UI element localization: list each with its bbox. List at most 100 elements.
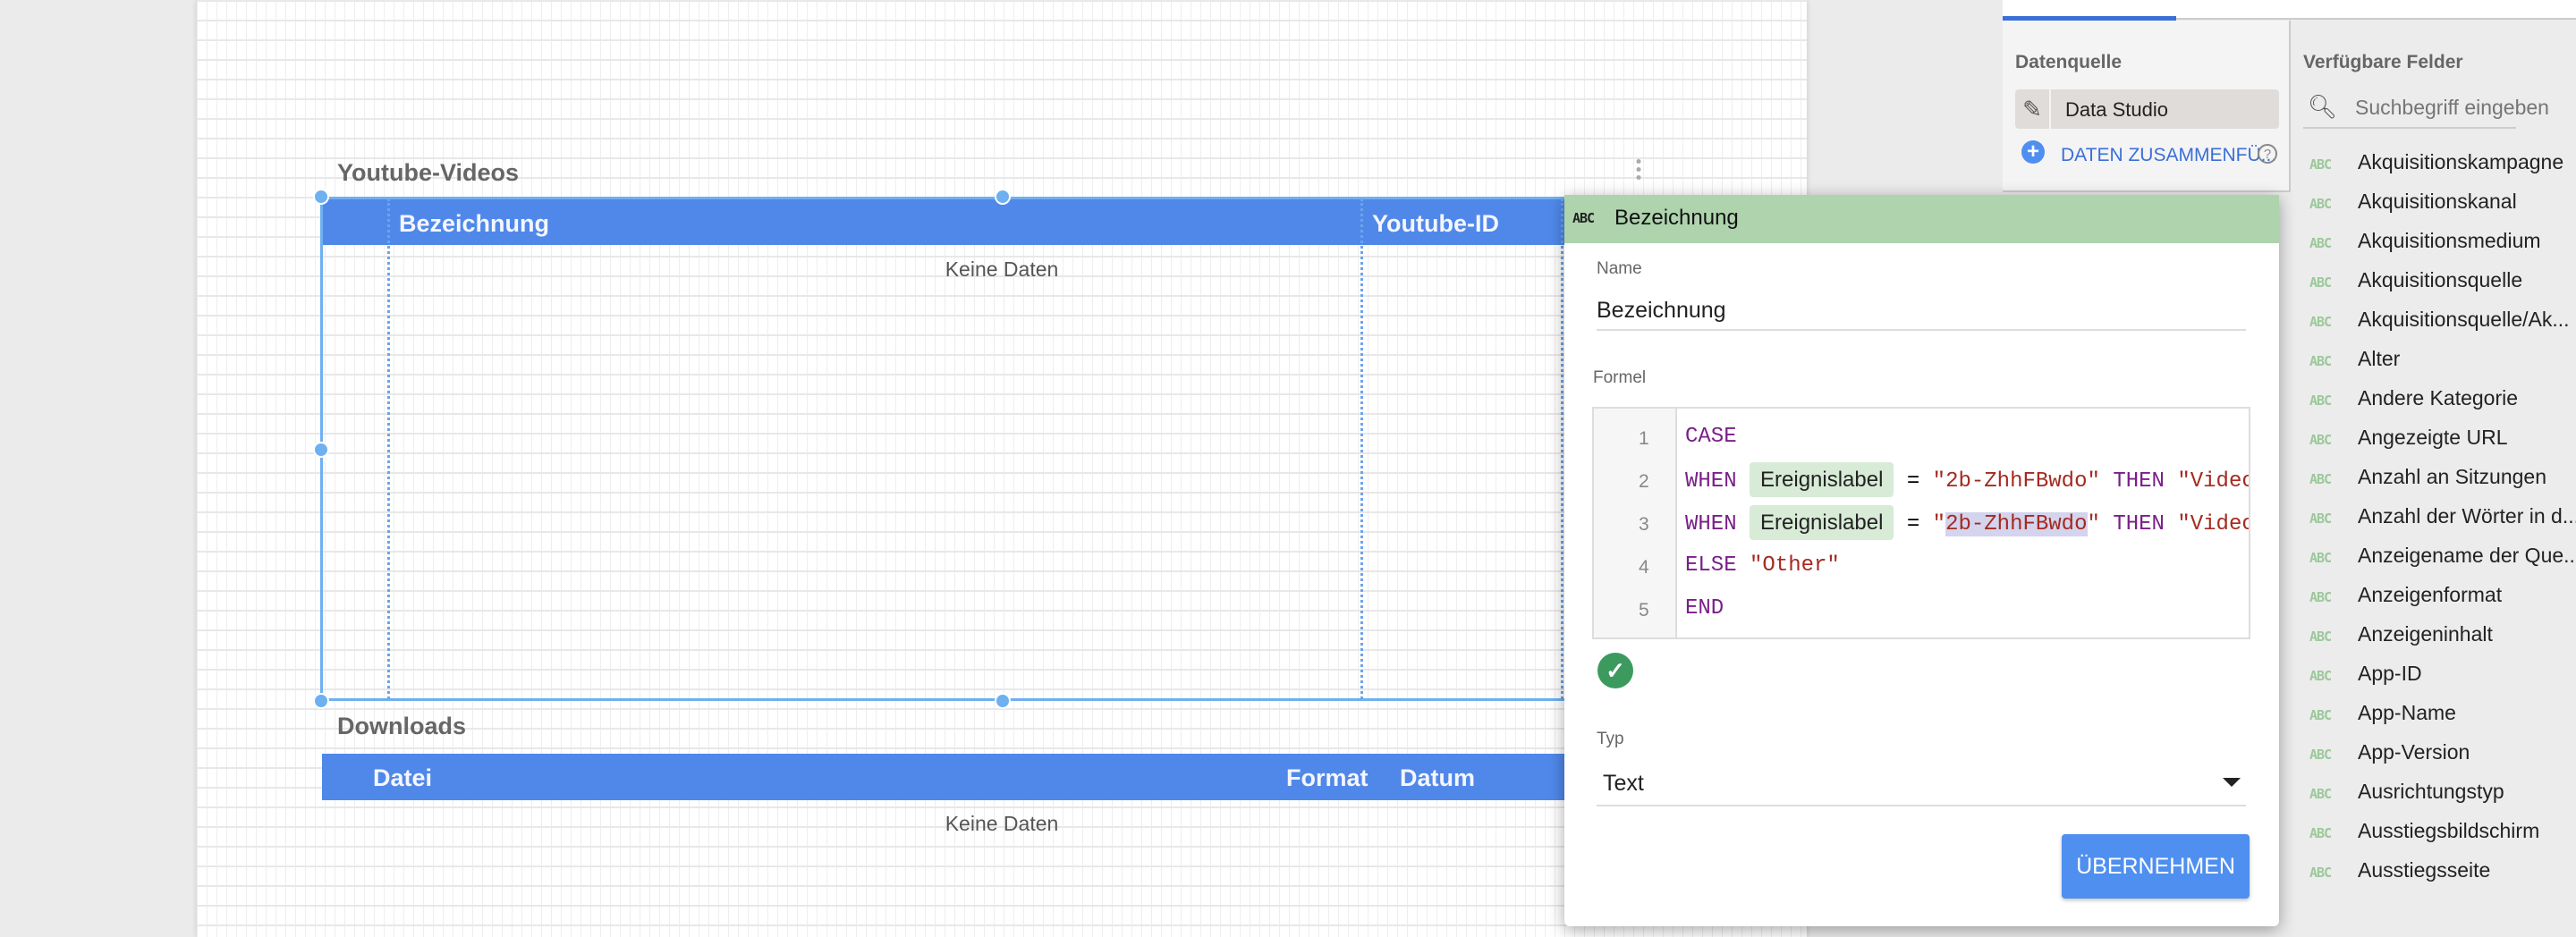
edit-pencil-icon[interactable]: ✎ [2015, 89, 2051, 129]
keyword: THEN [2113, 469, 2165, 494]
datasource-label: Datenquelle [2015, 52, 2123, 72]
text-type-icon: ABC [1572, 210, 1595, 226]
field-item[interactable]: ABC App-Version [2309, 740, 2470, 764]
field-item[interactable]: ABC Alter [2309, 347, 2400, 371]
code-line: ELSE "Other" [1685, 546, 2249, 586]
field-name: Anzeigeninhalt [2358, 622, 2493, 646]
text-type-icon: ABC [2309, 825, 2332, 841]
field-item[interactable]: ABC Akquisitionskampagne [2309, 150, 2563, 174]
text-type-icon: ABC [2309, 393, 2332, 409]
datasource-name: Data Studio [2065, 98, 2168, 121]
dropdown-arrow-icon [2223, 778, 2241, 787]
field-item[interactable]: ABC App-ID [2309, 662, 2422, 686]
keyword: CASE [1685, 425, 1737, 449]
text-type-icon: ABC [2309, 629, 2332, 645]
dialog-header: ABC Bezeichnung [1564, 195, 2279, 243]
field-name: Ausstiegsseite [2358, 858, 2491, 882]
more-options-icon[interactable] [1636, 157, 1641, 182]
text-type-icon: ABC [2309, 550, 2332, 566]
youtube-table-header: Bezeichnung Youtube-ID [323, 199, 1575, 245]
text-type-icon: ABC [2309, 353, 2332, 369]
field-item[interactable]: ABC Ausstiegsbildschirm [2309, 819, 2539, 843]
field-name: Anzeigenformat [2358, 583, 2503, 606]
field-item[interactable]: ABC Akquisitionsquelle/Ak... [2309, 308, 2570, 332]
field-name: Ausrichtungstyp [2358, 780, 2504, 803]
name-input[interactable] [1597, 291, 2246, 331]
type-label: Typ [1597, 730, 1624, 748]
field-name: Akquisitionskampagne [2358, 150, 2564, 173]
field-item[interactable]: ABC Akquisitionskanal [2309, 190, 2517, 214]
field-item[interactable]: ABC Anzahl der Wörter in d... [2309, 504, 2576, 528]
resize-handle[interactable] [995, 189, 1011, 205]
text-type-icon: ABC [2309, 511, 2332, 527]
column-header-format[interactable]: Format [1286, 764, 1368, 792]
field-search-input[interactable] [2355, 93, 2570, 122]
field-item[interactable]: ABC Angezeigte URL [2309, 426, 2508, 450]
text-type-icon: ABC [2309, 668, 2332, 684]
text-type-icon: ABC [2309, 786, 2332, 802]
field-name: Akquisitionsquelle/Ak... [2358, 308, 2570, 331]
column-header-datei[interactable]: Datei [373, 764, 432, 792]
search-icon: 🔍︎ [2308, 93, 2338, 120]
field-item[interactable]: ABC Anzahl an Sitzungen [2309, 465, 2546, 489]
column-header-bezeichnung[interactable]: Bezeichnung [399, 210, 549, 238]
downloads-empty-text: Keine Daten [945, 812, 1059, 835]
quote: " [2087, 512, 2100, 536]
line-number: 5 [1639, 600, 1649, 620]
column-header-youtube-id[interactable]: Youtube-ID [1372, 210, 1499, 238]
field-name: Anzahl an Sitzungen [2358, 465, 2546, 488]
field-item[interactable]: ABC Anzeigenformat [2309, 583, 2502, 607]
code-line: END [1685, 589, 2249, 629]
column-divider[interactable] [1561, 198, 1563, 699]
merge-data-link[interactable]: DATEN ZUSAMMENFÜ... [2061, 145, 2276, 166]
check-circle-icon: ✓ [1597, 653, 1633, 688]
add-icon[interactable]: + [2021, 140, 2045, 164]
operator: = [1906, 469, 1920, 494]
datasource-selector[interactable]: ✎ Data Studio [2015, 89, 2279, 129]
field-item[interactable]: ABC Andere Kategorie [2309, 386, 2518, 410]
field-item[interactable]: ABC Anzeigename der Que... [2309, 544, 2576, 568]
field-item[interactable]: ABC Akquisitionsquelle [2309, 268, 2522, 292]
field-name: App-ID [2358, 662, 2422, 685]
string-value: 2b-ZhhFBwdo [1945, 469, 2088, 494]
field-name: Anzahl der Wörter in d... [2358, 504, 2576, 528]
line-number: 3 [1639, 514, 1649, 535]
field-name: Ausstiegsbildschirm [2358, 819, 2540, 842]
formula-label: Formel [1593, 368, 1647, 387]
resize-handle[interactable] [313, 189, 329, 205]
field-chip[interactable]: Ereignislabel [1750, 505, 1894, 540]
resize-handle[interactable] [995, 693, 1011, 709]
line-number: 4 [1639, 557, 1649, 578]
resize-handle[interactable] [313, 693, 329, 709]
resize-handle[interactable] [313, 442, 329, 458]
text-type-icon: ABC [2309, 865, 2332, 881]
text-type-icon: ABC [2309, 196, 2332, 212]
field-chip[interactable]: Ereignislabel [1750, 462, 1894, 497]
field-name: Angezeigte URL [2358, 426, 2508, 449]
field-name: Andere Kategorie [2358, 386, 2519, 409]
keyword: ELSE [1685, 553, 1737, 578]
field-item[interactable]: ABC Ausrichtungstyp [2309, 780, 2504, 804]
quote: " [1932, 512, 1946, 536]
apply-button[interactable]: ÜBERNEHMEN [2062, 834, 2250, 899]
formula-editor[interactable]: 1 CASE 2 WHEN Ereignislabel = "2b-ZhhFBwdo"… [1592, 407, 2250, 639]
text-type-icon: ABC [2309, 314, 2332, 330]
field-item[interactable]: ABC Ausstiegsseite [2309, 858, 2490, 882]
field-item[interactable]: ABC App-Name [2309, 701, 2456, 725]
result-string: "Video [2177, 512, 2249, 536]
column-divider[interactable] [1360, 198, 1363, 699]
result-string: "Other" [1750, 553, 1840, 578]
field-item[interactable]: ABC Akquisitionsmedium [2309, 229, 2541, 253]
type-value: Text [1603, 771, 1644, 796]
calculated-field-dialog: ABC Bezeichnung Name Formel 1 CASE 2 WHEN E… [1564, 195, 2279, 926]
string-value: 2b-ZhhFBwdo [1945, 512, 2088, 536]
column-header-datum[interactable]: Datum [1400, 764, 1475, 792]
field-item[interactable]: ABC Anzeigeninhalt [2309, 622, 2493, 646]
type-select[interactable]: Text [1597, 758, 2246, 806]
quote: " [1932, 469, 1946, 494]
result-string: "Video [2177, 469, 2249, 494]
text-type-icon: ABC [2309, 235, 2332, 251]
column-divider[interactable] [387, 198, 390, 699]
field-name: Alter [2358, 347, 2401, 370]
help-icon[interactable]: ? [2258, 144, 2277, 164]
